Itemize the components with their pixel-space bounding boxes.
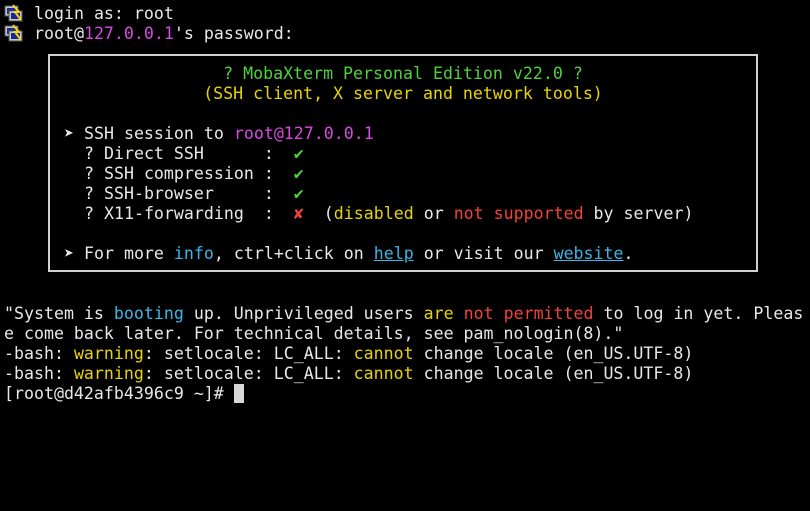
mobaxterm-banner: ? MobaXterm Personal Edition v22.0 ? (SS…: [48, 54, 758, 272]
sys-permitted: permitted: [503, 304, 594, 323]
bullet-arrow-icon: ➤: [64, 244, 74, 263]
info-text: .: [623, 244, 634, 263]
checkmark-icon: ✔: [293, 164, 304, 183]
system-message-line-1: "System is booting up. Unprivileged user…: [4, 304, 803, 324]
warn-text: -bash:: [4, 344, 74, 363]
ssh-session-line: ➤ SSH session to root@127.0.0.1: [64, 124, 374, 144]
password-label: 's password:: [173, 24, 294, 43]
warn-text: : setlocale: LC_ALL:: [143, 344, 354, 363]
login-user: root@: [34, 24, 84, 43]
ssh-session-label: SSH session to: [74, 124, 234, 143]
ssh-session-target: root@127.0.0.1: [233, 124, 374, 143]
login-prompt-line: login as: root: [34, 4, 174, 23]
warn-cannot: cannot: [353, 364, 414, 383]
info-word: info: [173, 244, 214, 263]
feature-label: ? Direct SSH :: [84, 144, 294, 163]
x11-note-or: or: [413, 204, 454, 223]
info-text: or visit our: [413, 244, 554, 263]
x11-note-tail: by server): [583, 204, 694, 223]
shell-prompt-line[interactable]: [root@d42afb4396c9 ~]#: [4, 384, 244, 404]
sys-text: "System is: [4, 304, 114, 323]
system-message-line-2: e come back later. For technical details…: [4, 324, 624, 343]
cross-icon: ✘: [293, 204, 304, 223]
sys-text: [494, 304, 504, 323]
feature-label: ? SSH-browser :: [84, 184, 294, 203]
warn-word: warning: [73, 364, 144, 383]
feature-label: ? X11-forwarding :: [84, 204, 294, 223]
x11-note-open: (: [303, 204, 334, 223]
sys-text: [454, 304, 464, 323]
sys-are: are: [423, 304, 454, 323]
x11-note-disabled: disabled: [333, 204, 414, 223]
sys-text: to log in yet. Pleas: [593, 304, 804, 323]
feature-ssh-compression: ? SSH compression : ✔: [84, 164, 304, 184]
sys-booting: booting: [113, 304, 184, 323]
bash-warning-line: -bash: warning: setlocale: LC_ALL: canno…: [4, 344, 693, 364]
terminal-session-icon: [4, 24, 24, 42]
text-cursor: [233, 384, 244, 403]
feature-direct-ssh: ? Direct SSH : ✔: [84, 144, 304, 164]
info-line: ➤ For more info, ctrl+click on help or v…: [64, 244, 634, 264]
x11-note-not-supported: not supported: [453, 204, 584, 223]
warn-cannot: cannot: [353, 344, 414, 363]
feature-ssh-browser: ? SSH-browser : ✔: [84, 184, 304, 204]
feature-label: ? SSH compression :: [84, 164, 294, 183]
bullet-arrow-icon: ➤: [64, 124, 74, 143]
warn-text: change locale (en_US.UTF-8): [413, 344, 694, 363]
feature-x11-forwarding: ? X11-forwarding : ✘ (disabled or not su…: [84, 204, 693, 224]
terminal-session-icon: [4, 4, 24, 22]
help-link[interactable]: help: [374, 244, 414, 263]
info-text: , ctrl+click on: [213, 244, 374, 263]
warn-word: warning: [73, 344, 144, 363]
website-link[interactable]: website: [554, 244, 624, 263]
bash-warning-line: -bash: warning: setlocale: LC_ALL: canno…: [4, 364, 693, 384]
checkmark-icon: ✔: [293, 144, 304, 163]
info-text: For more: [74, 244, 174, 263]
warn-text: : setlocale: LC_ALL:: [143, 364, 354, 383]
shell-prompt: [root@d42afb4396c9 ~]#: [4, 384, 234, 403]
sys-text: up. Unprivileged users: [183, 304, 424, 323]
warn-text: -bash:: [4, 364, 74, 383]
banner-subtitle: (SSH client, X server and network tools): [203, 84, 603, 103]
banner-title: ? MobaXterm Personal Edition v22.0 ?: [223, 64, 583, 83]
checkmark-icon: ✔: [293, 184, 304, 203]
warn-text: change locale (en_US.UTF-8): [413, 364, 694, 383]
password-prompt-line: root@127.0.0.1's password:: [34, 24, 294, 44]
login-host: 127.0.0.1: [83, 24, 174, 43]
sys-not: not: [463, 304, 494, 323]
